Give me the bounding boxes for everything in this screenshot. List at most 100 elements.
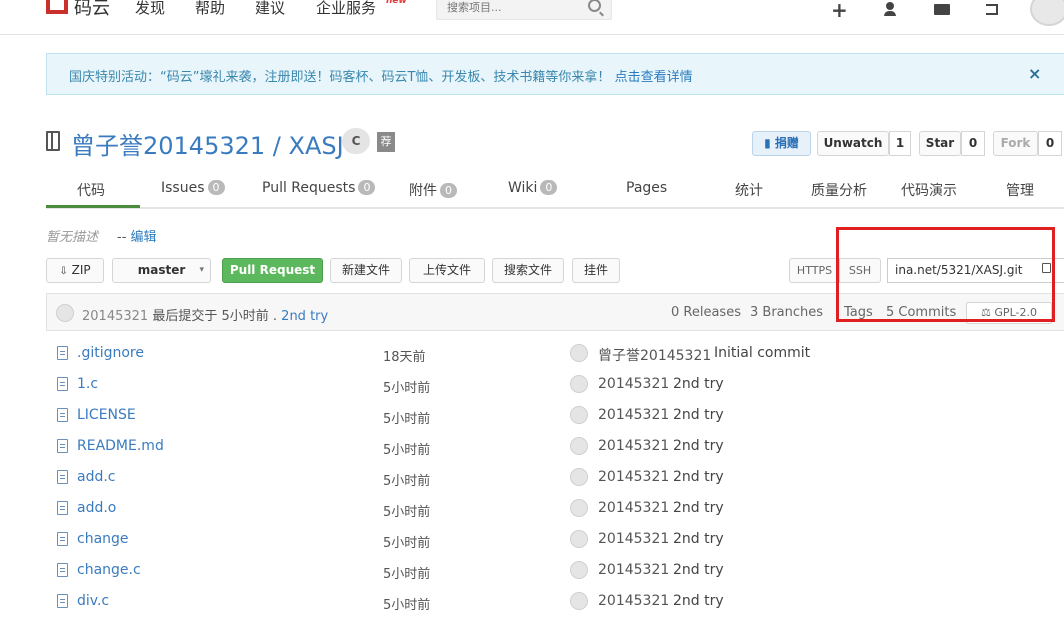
upload-file-button[interactable]: 上传文件	[409, 258, 485, 283]
file-icon	[57, 346, 68, 360]
new-file-button[interactable]: 新建文件	[330, 258, 402, 283]
close-icon[interactable]: ×	[1028, 64, 1041, 83]
file-name-link[interactable]: change.c	[77, 562, 141, 578]
avatar	[570, 437, 588, 455]
tab-count: 0	[358, 180, 376, 195]
search-file-button[interactable]: 搜索文件	[492, 258, 564, 283]
file-name-link[interactable]: .gitignore	[77, 345, 144, 361]
repo-title[interactable]: 曾子誉20145321 / XASJ	[71, 126, 344, 161]
donate-label: 捐赠	[774, 136, 799, 150]
fork-button[interactable]: Fork	[993, 131, 1038, 156]
avatar	[570, 561, 588, 579]
branches-count[interactable]: 3 Branches	[750, 305, 823, 320]
donate-button[interactable]: ▮ 捐赠	[752, 131, 811, 156]
tab-pull-requests[interactable]: Pull Requests 0	[262, 180, 376, 196]
file-commit-author[interactable]: 20145321	[598, 593, 669, 609]
file-row[interactable]: change.c 5小时前 20145321 2nd try	[46, 555, 1064, 586]
commit-info: 20145321 最后提交于 5小时前 . 2nd try	[82, 305, 328, 324]
commit-message-link[interactable]: 2nd try	[281, 309, 328, 324]
file-row[interactable]: add.c 5小时前 20145321 2nd try	[46, 462, 1064, 493]
file-commit-message[interactable]: 2nd try	[673, 500, 724, 516]
logo-text[interactable]: 码云	[74, 0, 110, 20]
zip-download-button[interactable]: ⇩ ZIP	[46, 258, 104, 283]
nav-suggest[interactable]: 建议	[255, 0, 285, 18]
fork-count[interactable]: 0	[1038, 131, 1062, 156]
file-commit-author[interactable]: 20145321	[598, 407, 669, 423]
banner-link[interactable]: 点击查看详情	[615, 70, 693, 85]
pull-request-button[interactable]: Pull Request	[222, 258, 323, 283]
commit-author[interactable]: 20145321	[82, 309, 148, 324]
unwatch-button[interactable]: Unwatch	[817, 131, 889, 156]
search-input[interactable]	[447, 1, 587, 14]
tab-demo[interactable]: 代码演示	[901, 180, 957, 200]
tab-count: 0	[207, 180, 225, 195]
file-row[interactable]: LICENSE 5小时前 20145321 2nd try	[46, 400, 1064, 431]
file-icon	[57, 563, 68, 577]
tab-wiki[interactable]: Wiki 0	[508, 180, 558, 196]
file-modified-time: 5小时前	[383, 567, 431, 582]
file-icon	[57, 377, 68, 391]
file-commit-message[interactable]: 2nd try	[673, 562, 724, 578]
tab-code[interactable]: 代码	[77, 180, 105, 200]
file-row[interactable]: .gitignore 18天前 曾子誉20145321 Initial commit	[46, 338, 1064, 369]
search-icon[interactable]	[588, 0, 601, 12]
logo-icon[interactable]	[46, 0, 68, 14]
file-modified-time: 5小时前	[383, 505, 431, 520]
file-name-link[interactable]: div.c	[77, 593, 109, 609]
file-name-link[interactable]: 1.c	[77, 376, 98, 392]
releases-count[interactable]: 0 Releases	[671, 305, 741, 320]
star-button[interactable]: Star	[919, 131, 961, 156]
tab-issues[interactable]: Issues 0	[161, 180, 225, 196]
plus-icon[interactable]: +	[831, 0, 848, 22]
file-commit-author[interactable]: 20145321	[598, 562, 669, 578]
file-name-link[interactable]: change	[77, 531, 129, 547]
file-name-link[interactable]: add.o	[77, 500, 116, 516]
nav-enterprise[interactable]: 企业服务	[316, 0, 376, 18]
tab-count: 0	[440, 183, 457, 198]
tab-settings[interactable]: 管理	[1006, 180, 1034, 200]
file-row[interactable]: div.c 5小时前 20145321 2nd try	[46, 586, 1064, 617]
branch-select[interactable]: master ▾	[112, 258, 211, 283]
file-commit-author[interactable]: 20145321	[598, 376, 669, 392]
file-commit-message[interactable]: 2nd try	[673, 531, 724, 547]
file-row[interactable]: 1.c 5小时前 20145321 2nd try	[46, 369, 1064, 400]
banner-text: 国庆特别活动：“码云”壕礼来袭，注册即送！码客杯、码云T恤、开发板、技术书籍等你…	[69, 66, 693, 85]
search-box[interactable]	[436, 0, 612, 20]
logout-icon[interactable]	[986, 4, 998, 15]
file-commit-message[interactable]: 2nd try	[673, 469, 724, 485]
avatar	[570, 592, 588, 610]
watch-count[interactable]: 1	[889, 131, 911, 156]
file-commit-author[interactable]: 曾子誉20145321	[598, 345, 711, 365]
description-edit: -- 编辑	[117, 226, 157, 245]
file-commit-message[interactable]: 2nd try	[673, 438, 724, 454]
file-commit-author[interactable]: 20145321	[598, 500, 669, 516]
tab-pages[interactable]: Pages	[626, 180, 667, 196]
widget-button[interactable]: 挂件	[572, 258, 620, 283]
tab-stats[interactable]: 统计	[735, 180, 763, 200]
file-row[interactable]: add.o 5小时前 20145321 2nd try	[46, 493, 1064, 524]
edit-description-link[interactable]: 编辑	[131, 230, 157, 245]
file-commit-author[interactable]: 20145321	[598, 438, 669, 454]
tab-attachments[interactable]: 附件 0	[409, 180, 457, 200]
file-commit-message[interactable]: 2nd try	[673, 593, 724, 609]
file-commit-message[interactable]: 2nd try	[673, 407, 724, 423]
avatar[interactable]	[1030, 0, 1064, 26]
file-modified-time: 5小时前	[383, 598, 431, 613]
tab-label: Wiki	[508, 180, 538, 196]
file-name-link[interactable]: LICENSE	[77, 407, 136, 423]
file-row[interactable]: README.md 5小时前 20145321 2nd try	[46, 431, 1064, 462]
file-commit-message[interactable]: 2nd try	[673, 376, 724, 392]
star-count[interactable]: 0	[961, 131, 985, 156]
tab-quality[interactable]: 质量分析	[811, 180, 867, 200]
user-icon[interactable]	[884, 2, 896, 16]
nav-help[interactable]: 帮助	[195, 0, 225, 18]
file-row[interactable]: change 5小时前 20145321 2nd try	[46, 524, 1064, 555]
file-name-link[interactable]: add.c	[77, 469, 116, 485]
https-toggle[interactable]: HTTPS	[789, 258, 840, 283]
file-commit-message[interactable]: Initial commit	[714, 345, 810, 361]
file-name-link[interactable]: README.md	[77, 438, 164, 454]
mail-icon[interactable]	[934, 4, 950, 15]
nav-discover[interactable]: 发现	[135, 0, 165, 18]
file-commit-author[interactable]: 20145321	[598, 469, 669, 485]
file-commit-author[interactable]: 20145321	[598, 531, 669, 547]
